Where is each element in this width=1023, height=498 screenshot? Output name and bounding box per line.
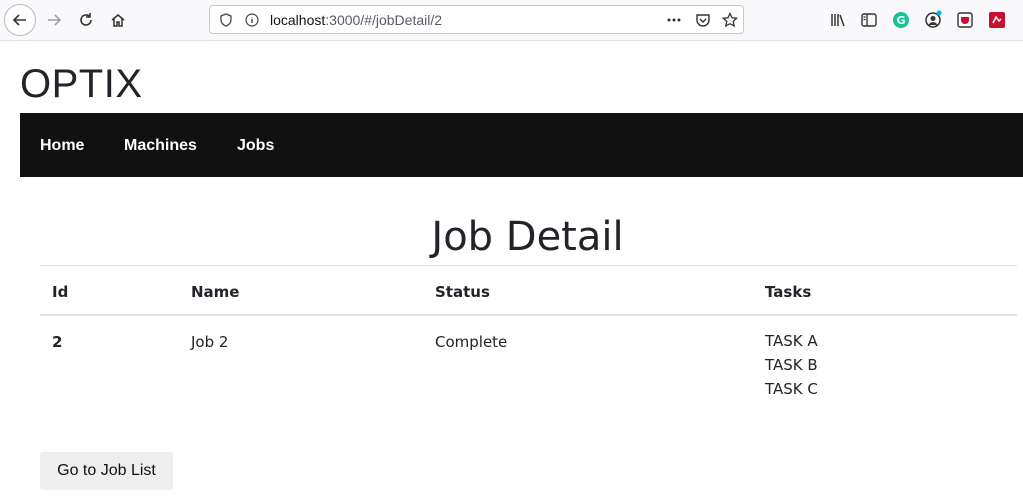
task-item: TASK A bbox=[765, 332, 818, 350]
column-header-status: Status bbox=[435, 283, 490, 301]
url-bar[interactable]: localhost:3000/#/jobDetail/2 bbox=[209, 5, 744, 34]
reload-icon bbox=[80, 13, 92, 26]
cell-status: Complete bbox=[435, 333, 508, 351]
table-top-border bbox=[40, 265, 1017, 266]
cell-tasks: TASK A TASK B TASK C bbox=[765, 329, 818, 401]
reload-button[interactable] bbox=[70, 4, 102, 36]
nav-jobs-link[interactable]: Jobs bbox=[237, 137, 274, 155]
url-host: localhost bbox=[270, 12, 326, 28]
column-header-name: Name bbox=[191, 283, 240, 301]
url-text[interactable]: localhost:3000/#/jobDetail/2 bbox=[270, 12, 442, 28]
svg-text:G: G bbox=[896, 14, 905, 27]
task-item: TASK B bbox=[765, 356, 818, 374]
shield-icon[interactable] bbox=[218, 12, 234, 28]
column-header-tasks: Tasks bbox=[765, 283, 812, 301]
pocket-icon[interactable] bbox=[695, 12, 711, 28]
home-icon bbox=[111, 14, 125, 27]
back-icon bbox=[12, 14, 26, 26]
column-header-id: Id bbox=[52, 283, 69, 301]
cell-name: Job 2 bbox=[191, 333, 229, 351]
back-button[interactable] bbox=[4, 4, 36, 36]
home-button[interactable] bbox=[102, 4, 134, 36]
grammarly-icon[interactable]: G bbox=[891, 10, 911, 30]
more-icon[interactable] bbox=[666, 12, 682, 28]
browser-toolbar: localhost:3000/#/jobDetail/2 G bbox=[0, 0, 1023, 41]
brand-title: OPTIX bbox=[20, 62, 143, 106]
info-icon[interactable] bbox=[244, 12, 260, 28]
extension-icon[interactable] bbox=[987, 10, 1007, 30]
sidebar-icon[interactable] bbox=[859, 10, 879, 30]
library-icon[interactable] bbox=[828, 10, 848, 30]
url-path: :3000/#/jobDetail/2 bbox=[325, 12, 443, 28]
task-item: TASK C bbox=[765, 380, 818, 398]
account-icon[interactable] bbox=[923, 10, 943, 30]
nav-machines-link[interactable]: Machines bbox=[124, 137, 197, 155]
forward-icon bbox=[48, 14, 62, 26]
go-to-job-list-button[interactable]: Go to Job List bbox=[40, 452, 173, 490]
page-title: Job Detail bbox=[431, 214, 624, 260]
forward-button[interactable] bbox=[38, 4, 70, 36]
nav-home-link[interactable]: Home bbox=[40, 137, 84, 155]
ublock-icon[interactable] bbox=[955, 10, 975, 30]
navbar: Home Machines Jobs bbox=[20, 113, 1023, 177]
cell-id: 2 bbox=[52, 333, 63, 351]
star-icon[interactable] bbox=[722, 12, 738, 28]
header-divider bbox=[40, 314, 1017, 316]
